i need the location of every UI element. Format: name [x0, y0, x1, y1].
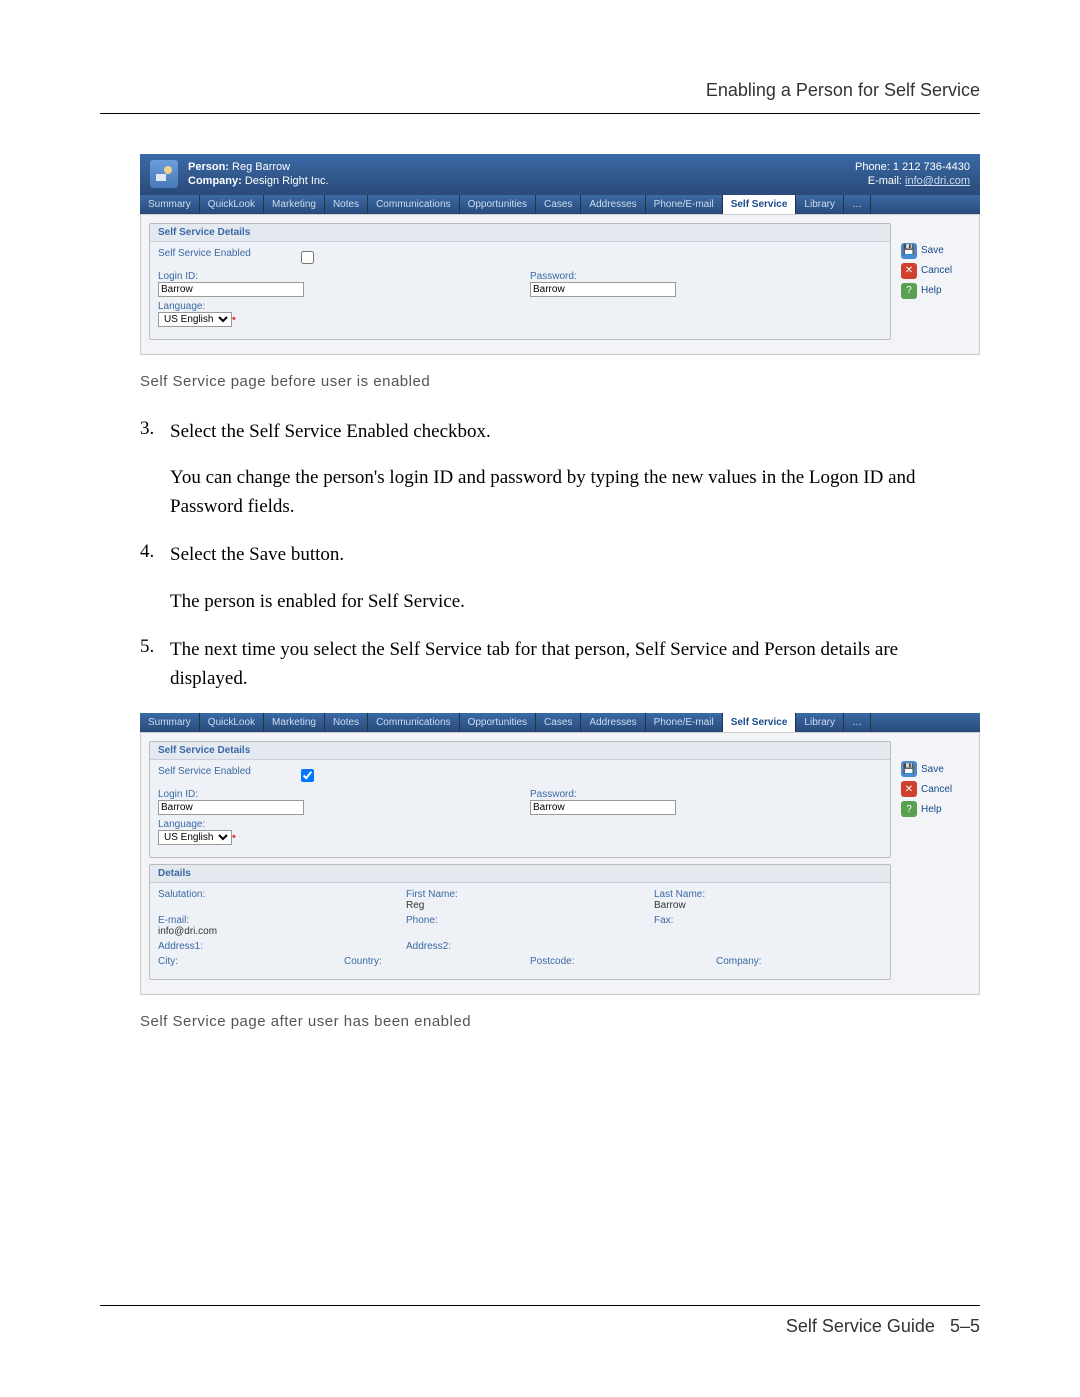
cancel-button[interactable]: ✕Cancel — [901, 263, 971, 279]
tab-addresses[interactable]: Addresses — [581, 195, 645, 214]
tab-library[interactable]: Library — [796, 195, 844, 214]
caption-before: Self Service page before user is enabled — [140, 373, 980, 390]
tab-marketing[interactable]: Marketing — [264, 713, 325, 732]
tab-opportunities[interactable]: Opportunities — [460, 713, 536, 732]
language-select[interactable]: US English — [158, 312, 232, 327]
tab-[interactable]: … — [844, 195, 871, 214]
language-select[interactable]: US English — [158, 830, 232, 845]
step-list: 3.Select the Self Service Enabled checkb… — [140, 418, 980, 694]
help-icon: ? — [901, 801, 917, 817]
tab-quicklook[interactable]: QuickLook — [200, 195, 264, 214]
tab-summary[interactable]: Summary — [140, 195, 200, 214]
help-button[interactable]: ?Help — [901, 801, 971, 817]
screenshot-after: SummaryQuickLookMarketingNotesCommunicat… — [140, 713, 980, 995]
tab-bar: SummaryQuickLookMarketingNotesCommunicat… — [140, 195, 980, 214]
help-button[interactable]: ?Help — [901, 283, 971, 299]
tab-communications[interactable]: Communications — [368, 195, 459, 214]
step-item: 5.The next time you select the Self Serv… — [140, 636, 980, 693]
page-footer: Self Service Guide 5–5 — [100, 1305, 980, 1337]
tab-selfservice[interactable]: Self Service — [723, 713, 797, 732]
tab-[interactable]: … — [844, 713, 871, 732]
save-button[interactable]: 💾Save — [901, 243, 971, 259]
tab-quicklook[interactable]: QuickLook — [200, 713, 264, 732]
tab-phoneemail[interactable]: Phone/E-mail — [646, 195, 723, 214]
tab-cases[interactable]: Cases — [536, 195, 581, 214]
tab-notes[interactable]: Notes — [325, 713, 368, 732]
tab-summary[interactable]: Summary — [140, 713, 200, 732]
self-service-enabled-checkbox[interactable] — [301, 769, 314, 782]
login-id-input[interactable] — [158, 800, 304, 815]
save-icon: 💾 — [901, 761, 917, 777]
password-input[interactable] — [530, 282, 676, 297]
tab-communications[interactable]: Communications — [368, 713, 459, 732]
password-input[interactable] — [530, 800, 676, 815]
tab-marketing[interactable]: Marketing — [264, 195, 325, 214]
cancel-icon: ✕ — [901, 781, 917, 797]
self-service-enabled-checkbox[interactable] — [301, 251, 314, 264]
details-panel: Details Salutation: First Name:Reg Last … — [149, 864, 891, 980]
help-icon: ? — [901, 283, 917, 299]
cancel-icon: ✕ — [901, 263, 917, 279]
tab-addresses[interactable]: Addresses — [581, 713, 645, 732]
app-header: Person: Reg Barrow Company: Design Right… — [140, 154, 980, 195]
self-service-details-panel: Self Service Details Self Service Enable… — [149, 741, 891, 858]
tab-notes[interactable]: Notes — [325, 195, 368, 214]
cancel-button[interactable]: ✕Cancel — [901, 781, 971, 797]
step-item: 4.Select the Save button.The person is e… — [140, 541, 980, 616]
tab-phoneemail[interactable]: Phone/E-mail — [646, 713, 723, 732]
save-icon: 💾 — [901, 243, 917, 259]
tab-cases[interactable]: Cases — [536, 713, 581, 732]
tab-bar: SummaryQuickLookMarketingNotesCommunicat… — [140, 713, 980, 732]
login-id-input[interactable] — [158, 282, 304, 297]
caption-after: Self Service page after user has been en… — [140, 1013, 980, 1030]
save-button[interactable]: 💾Save — [901, 761, 971, 777]
tab-library[interactable]: Library — [796, 713, 844, 732]
person-icon — [150, 160, 178, 188]
screenshot-before: Person: Reg Barrow Company: Design Right… — [140, 154, 980, 355]
email-link[interactable]: info@dri.com — [905, 175, 970, 187]
tab-opportunities[interactable]: Opportunities — [460, 195, 536, 214]
tab-selfservice[interactable]: Self Service — [723, 195, 797, 214]
self-service-details-panel: Self Service Details Self Service Enable… — [149, 223, 891, 340]
page-header: Enabling a Person for Self Service — [100, 80, 980, 114]
step-item: 3.Select the Self Service Enabled checkb… — [140, 418, 980, 522]
